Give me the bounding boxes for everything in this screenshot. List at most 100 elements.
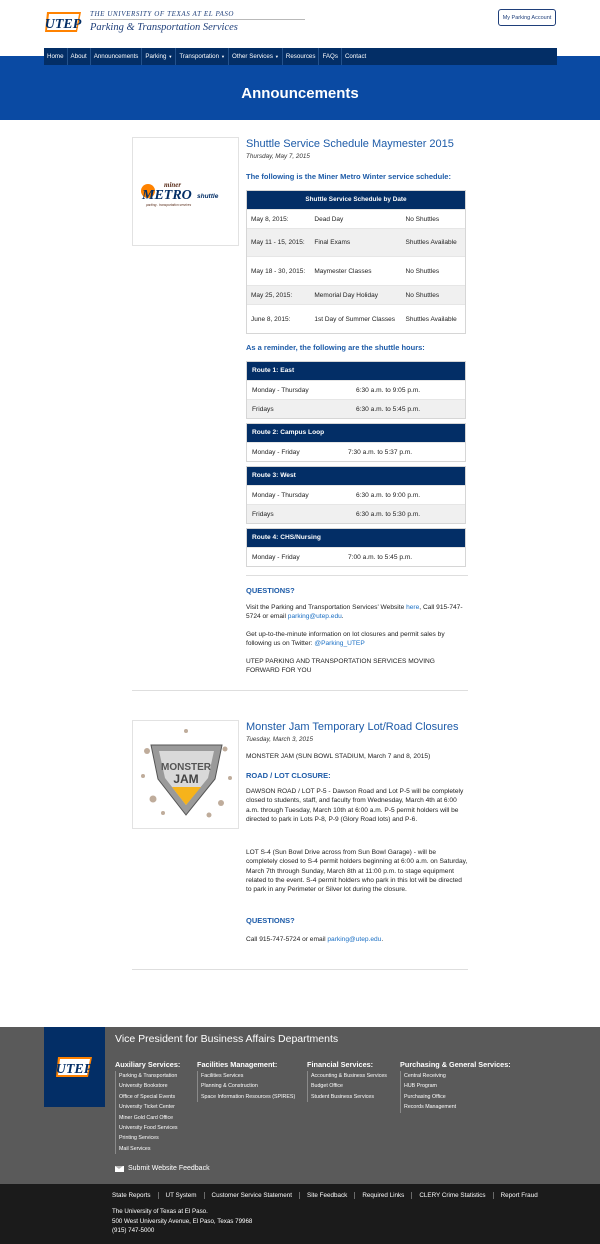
website-here-link[interactable]: here: [406, 604, 419, 611]
nav-home[interactable]: Home: [44, 48, 68, 65]
route-header: Route 2: Campus Loop: [247, 424, 465, 442]
schedule-event: Maymester Classes: [314, 267, 372, 275]
table-row: Monday - Thursday 6:30 a.m. to 9:05 p.m.: [247, 380, 465, 399]
twitter-link[interactable]: @Parking_UTEP: [314, 640, 364, 647]
questions-text-part: .: [341, 613, 344, 621]
schedule-status: No Shuttles: [405, 291, 440, 299]
footer-link[interactable]: Records Management: [404, 1102, 511, 1112]
footer-link[interactable]: Parking & Transportation: [119, 1071, 180, 1081]
page-banner: Announcements: [0, 56, 600, 120]
footer-link[interactable]: University Bookstore: [119, 1081, 180, 1091]
submit-feedback-link[interactable]: Submit Website Feedback: [115, 1165, 210, 1172]
call-text: Call 915-747-5724 or email parking@utep.…: [246, 935, 468, 944]
nav-about[interactable]: About: [68, 48, 91, 65]
footer-link[interactable]: Facilities Services: [201, 1071, 295, 1081]
nav-other-services[interactable]: Other Services ▼: [229, 48, 283, 65]
schedule-event: Memorial Day Holiday: [314, 291, 378, 299]
footer-link[interactable]: Purchasing Office: [404, 1092, 511, 1102]
footer-link[interactable]: University Ticket Center: [119, 1102, 180, 1112]
bottom-link-state-reports[interactable]: State Reports: [112, 1192, 158, 1199]
footer-link[interactable]: Mail Services: [119, 1144, 180, 1154]
route-days: Fridays: [252, 405, 274, 413]
schedule-event: 1st Day of Summer Classes: [314, 315, 395, 323]
route-days: Monday - Friday: [252, 448, 300, 456]
footer-link[interactable]: Printing Services: [119, 1133, 180, 1143]
miner-metro-logo-thumbnail[interactable]: miner METRO shuttle parking . transporta…: [132, 137, 239, 246]
utep-logo[interactable]: UTEP: [44, 9, 84, 35]
footer-link[interactable]: Budget Office: [311, 1081, 387, 1091]
table-row: May 8, 2015: Dead Day No Shuttles: [247, 209, 465, 228]
table-row: Fridays 6:30 a.m. to 5:45 p.m.: [247, 399, 465, 418]
table-row: May 18 - 30, 2015: Maymester Classes No …: [247, 256, 465, 285]
route-hours: 6:30 a.m. to 5:45 p.m.: [356, 405, 421, 413]
nav-label: Contact: [344, 53, 367, 60]
caret-down-icon: ▼: [274, 54, 279, 59]
event-subtitle: MONSTER JAM (SUN BOWL STADIUM, March 7 a…: [246, 753, 431, 760]
footer-link[interactable]: Office of Special Events: [119, 1092, 180, 1102]
header-divider: [90, 19, 305, 20]
nav-label: Announcements: [93, 53, 139, 60]
footer-logo-text: UTEP: [55, 1062, 92, 1077]
bottom-link-ut-system[interactable]: UT System: [157, 1192, 204, 1199]
nav-label: Other Services: [232, 53, 273, 60]
table-row: Monday - Friday 7:00 a.m. to 5:45 p.m.: [247, 547, 465, 566]
footer-link[interactable]: Space Information Resources (SPIRES): [201, 1092, 295, 1102]
route-header: Route 3: West: [247, 467, 465, 485]
post-title[interactable]: Shuttle Service Schedule Maymester 2015: [246, 138, 454, 150]
questions-text-part: Visit the Parking and Transportation Ser…: [246, 604, 407, 611]
my-parking-account-button[interactable]: My Parking Account: [498, 9, 556, 26]
main-nav: Home About Announcements Parking ▼ Transp…: [44, 48, 557, 65]
footer-link[interactable]: Central Receiving: [404, 1071, 511, 1081]
route-hours: 7:30 a.m. to 5:37 p.m.: [348, 448, 413, 456]
table-row: May 11 - 15, 2015: Final Exams Shuttles …: [247, 228, 465, 256]
route-days: Fridays: [252, 510, 274, 518]
footer-link[interactable]: University Food Services: [119, 1123, 180, 1133]
email-link[interactable]: parking@utep.edu: [288, 613, 342, 620]
road-closure-heading: ROAD / LOT CLOSURE:: [246, 771, 331, 780]
route-hours: 6:30 a.m. to 9:00 p.m.: [356, 491, 421, 499]
schedule-date: May 25, 2015:: [251, 291, 293, 299]
bottom-link-customer-service[interactable]: Customer Service Statement: [203, 1192, 300, 1199]
route-table-campus-loop: Route 2: Campus Loop Monday - Friday 7:3…: [246, 423, 466, 462]
email-link[interactable]: parking@utep.edu: [327, 936, 381, 943]
footer-link[interactable]: HUB Program: [404, 1081, 511, 1091]
closure-paragraph-2: LOT S-4 (Sun Bowl Drive across from Sun …: [246, 849, 468, 894]
caret-down-icon: ▼: [221, 54, 225, 59]
footer-column-facilities: Facilities Management: Facilities Servic…: [197, 1060, 295, 1103]
route-days: Monday - Friday: [252, 553, 300, 561]
footer-column-heading: Facilities Management:: [197, 1060, 278, 1069]
footer-column-heading: Financial Services:: [307, 1060, 374, 1069]
bottom-link-site-feedback[interactable]: Site Feedback: [299, 1192, 354, 1199]
twitter-text: Get up-to-the-minute information on lot …: [246, 630, 468, 649]
table-row: June 8, 2015: 1st Day of Summer Classes …: [247, 304, 465, 333]
schedule-status: Shuttles Available: [405, 239, 457, 246]
site-header: UTEP THE UNIVERSITY OF TEXAS AT EL PASO …: [0, 0, 600, 48]
footer-utep-logo[interactable]: UTEP: [44, 1027, 105, 1107]
table-row: Monday - Friday 7:30 a.m. to 5:37 p.m.: [247, 442, 465, 461]
footer-link[interactable]: Planning & Construction: [201, 1081, 295, 1091]
bottom-bar: State Reports UT System Customer Service…: [0, 1184, 600, 1244]
schedule-status: Shuttles Available: [405, 315, 457, 323]
footer-link[interactable]: Student Business Services: [311, 1092, 387, 1102]
nav-label: Parking: [145, 53, 167, 60]
bottom-link-report-fraud[interactable]: Report Fraud: [492, 1192, 545, 1199]
site-footer: UTEP Vice President for Business Affairs…: [0, 1027, 600, 1184]
schedule-date: May 11 - 15, 2015:: [251, 239, 305, 246]
monster-jam-logo-thumbnail[interactable]: MONSTER JAM: [132, 720, 239, 829]
nav-transportation[interactable]: Transportation ▼: [176, 48, 229, 65]
footer-link[interactable]: Miner Gold Card Office: [119, 1113, 180, 1123]
route-hours: 6:30 a.m. to 9:05 p.m.: [356, 386, 421, 394]
nav-resources[interactable]: Resources: [283, 48, 320, 65]
nav-faqs[interactable]: FAQs: [319, 48, 342, 65]
department-name: Parking & Transportation Services: [90, 22, 238, 33]
nav-parking[interactable]: Parking ▼: [142, 48, 177, 65]
nav-contact[interactable]: Contact: [342, 48, 369, 65]
footer-link[interactable]: Accounting & Business Services: [311, 1071, 387, 1081]
post-title[interactable]: Monster Jam Temporary Lot/Road Closures: [246, 721, 459, 733]
bottom-link-required-links[interactable]: Required Links: [354, 1192, 411, 1199]
bottom-link-clery[interactable]: CLERY Crime Statistics: [411, 1192, 492, 1199]
university-address: The University of Texas at El Paso. 500 …: [112, 1207, 252, 1236]
call-text-part: Call 915-747-5724 or email: [246, 936, 328, 943]
nav-announcements[interactable]: Announcements: [91, 48, 143, 65]
table-row: Fridays 6:30 a.m. to 5:30 p.m.: [247, 504, 465, 523]
